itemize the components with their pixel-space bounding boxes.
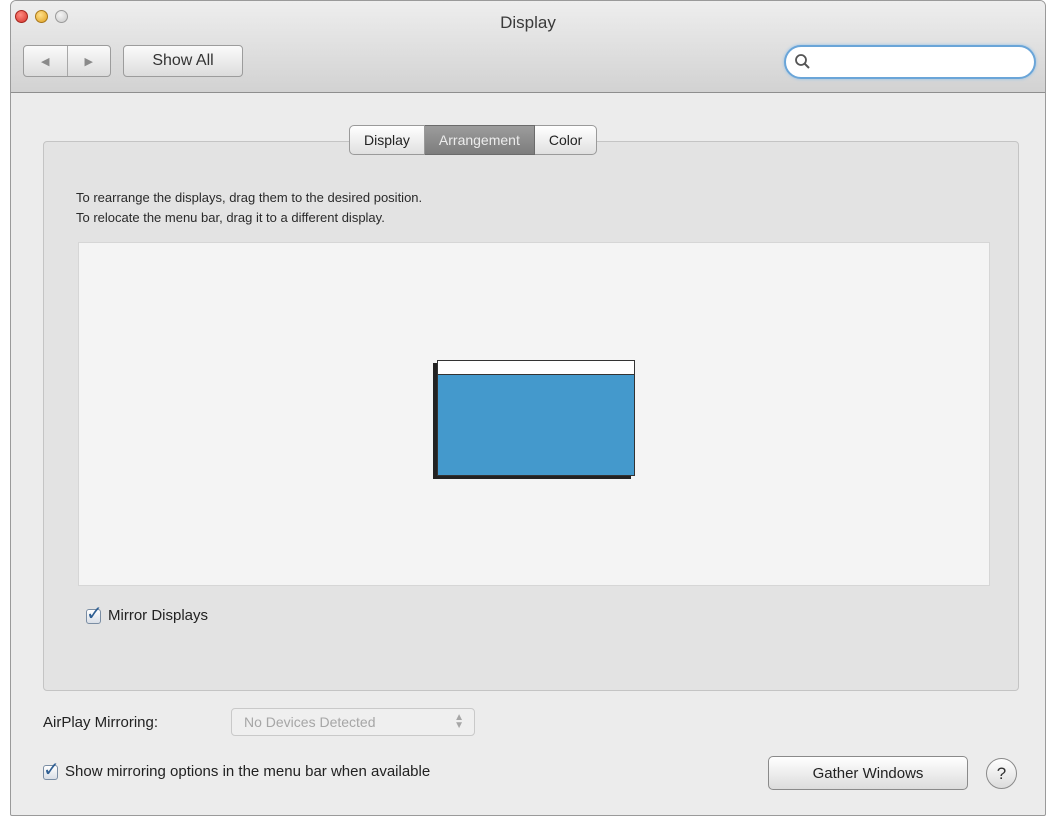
- menu-bar-indicator[interactable]: [438, 361, 634, 375]
- popup-arrows-icon: ▲ ▼: [454, 712, 464, 731]
- checkmark-icon: ✓: [43, 759, 60, 781]
- title-bar: Display ◀ ▶ Show All: [11, 1, 1045, 93]
- mirror-displays-label: Mirror Displays: [108, 607, 209, 624]
- search-field[interactable]: [784, 45, 1036, 79]
- display-thumbnail[interactable]: [437, 360, 635, 476]
- show-mirroring-checkbox[interactable]: ✓: [43, 760, 60, 780]
- airplay-selected-value: No Devices Detected: [244, 714, 376, 730]
- right-arrow-icon: ▶: [84, 55, 93, 68]
- tab-color[interactable]: Color: [534, 125, 598, 155]
- forward-button[interactable]: ▶: [66, 46, 111, 76]
- back-forward-control: ◀ ▶: [23, 45, 111, 77]
- arrangement-panel: To rearrange the displays, drag them to …: [43, 141, 1019, 691]
- tab-arrangement[interactable]: Arrangement: [424, 125, 535, 155]
- tab-bar: Display Arrangement Color: [349, 125, 598, 155]
- tab-display[interactable]: Display: [349, 125, 425, 155]
- search-input[interactable]: [816, 52, 1025, 74]
- display-arrangement-area: [78, 242, 990, 586]
- help-button[interactable]: ?: [986, 758, 1017, 789]
- back-button[interactable]: ◀: [24, 46, 67, 76]
- left-arrow-icon: ◀: [41, 55, 50, 68]
- airplay-mirroring-label: AirPlay Mirroring:: [43, 714, 159, 731]
- window-title: Display: [500, 13, 556, 32]
- airplay-mirroring-popup[interactable]: No Devices Detected ▲ ▼: [231, 708, 475, 736]
- show-all-button[interactable]: Show All: [123, 45, 243, 77]
- instruction-rearrange: To rearrange the displays, drag them to …: [76, 190, 423, 205]
- show-mirroring-label: Show mirroring options in the menu bar w…: [65, 763, 431, 780]
- mirror-displays-checkbox[interactable]: ✓: [86, 604, 103, 624]
- instruction-menu-bar: To relocate the menu bar, drag it to a d…: [76, 210, 385, 225]
- checkmark-icon: ✓: [86, 603, 103, 625]
- magnifier-icon: [795, 54, 810, 69]
- gather-windows-button[interactable]: Gather Windows: [768, 756, 968, 790]
- preferences-window: Display ◀ ▶ Show All To rearrange the di…: [10, 0, 1046, 816]
